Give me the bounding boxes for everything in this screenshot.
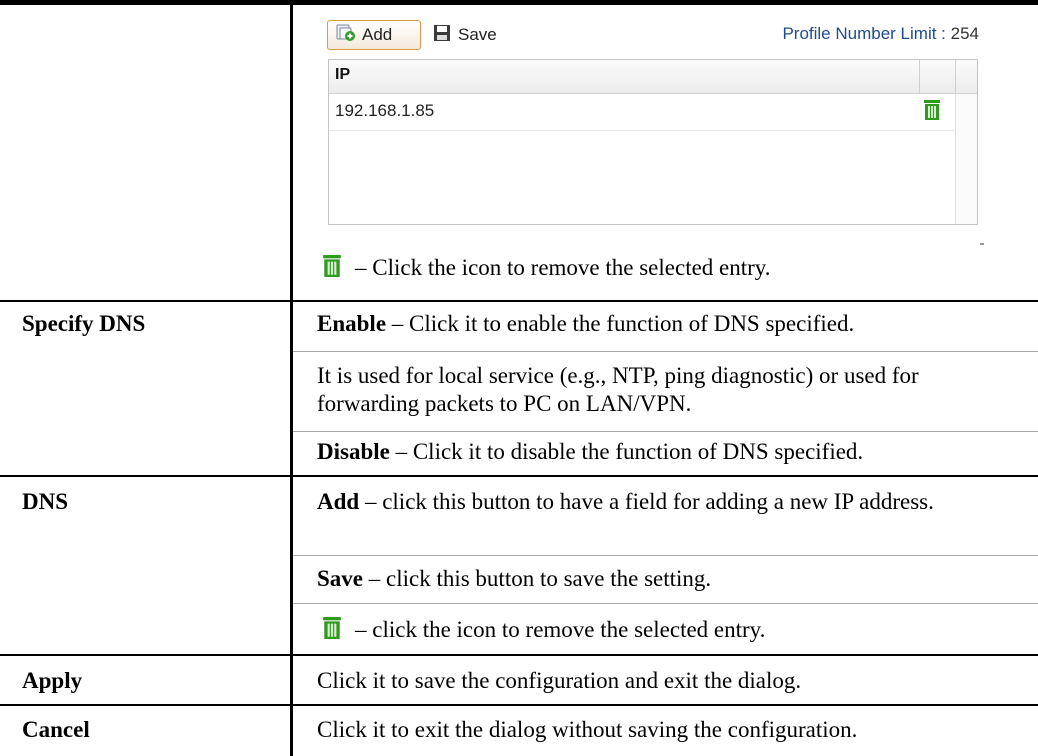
- row-border: [0, 475, 1038, 477]
- save-button[interactable]: Save: [431, 20, 523, 50]
- profile-limit-label: Profile Number Limit :: [782, 24, 951, 43]
- save-icon: [433, 24, 451, 47]
- apply-description: Click it to save the configuration and e…: [317, 668, 802, 693]
- ip-value: 192.168.1.85: [335, 101, 435, 120]
- row0-icon-text: – Click the icon to remove the selected …: [355, 255, 771, 280]
- dns-label: DNS: [22, 489, 69, 514]
- save-button-label: Save: [458, 25, 497, 44]
- trash-icon: [323, 617, 341, 639]
- grid-header: IP: [329, 60, 977, 94]
- row-border: [0, 654, 1038, 656]
- disable-text: – Click it to disable the function of DN…: [389, 439, 864, 464]
- apply-label: Apply: [22, 668, 83, 693]
- row-separator: [293, 603, 1038, 604]
- table-row[interactable]: 192.168.1.85: [329, 94, 954, 131]
- column-header-ip: IP: [335, 66, 351, 83]
- add-text: – click this button to have a field for …: [359, 489, 934, 514]
- document-table: Add Save Profile Number Limit : 254 IP 1…: [0, 0, 1038, 756]
- disable-term: Disable: [317, 439, 390, 464]
- row-separator: [293, 431, 1038, 432]
- add-icon: [336, 24, 356, 47]
- row-border: [0, 704, 1038, 706]
- table-top-border: [0, 0, 1038, 5]
- row-border: [0, 300, 1038, 302]
- grid-scrollbar[interactable]: [955, 94, 977, 224]
- save-text: – click this button to save the setting.: [363, 566, 712, 591]
- add-term: Add: [317, 489, 360, 514]
- column-divider-2: [955, 60, 956, 93]
- trash-icon[interactable]: [924, 100, 940, 125]
- enable-text: – Click it to enable the function of DNS…: [386, 311, 855, 336]
- ip-grid: IP 192.168.1.85: [328, 59, 978, 225]
- cancel-description: Click it to exit the dialog without savi…: [317, 717, 858, 742]
- specify-dns-label: Specify DNS: [22, 311, 146, 336]
- profile-limit-value: 254: [950, 24, 979, 43]
- add-button[interactable]: Add: [327, 20, 421, 50]
- dns-list-panel: Add Save Profile Number Limit : 254 IP 1…: [327, 17, 984, 245]
- trash-icon: [323, 255, 341, 277]
- specify-dns-disable: Disable – Click it to disable the functi…: [317, 438, 1017, 466]
- dns-add: Add – click this button to have a field …: [317, 488, 1007, 516]
- row-separator: [293, 555, 1038, 556]
- dns-icon-note: – click the icon to remove the selected …: [317, 616, 1017, 644]
- add-button-label: Add: [362, 25, 393, 44]
- row0-description: – Click the icon to remove the selected …: [317, 254, 1017, 282]
- panel-toolbar: Add Save Profile Number Limit : 254: [327, 17, 981, 57]
- save-term: Save: [317, 566, 363, 591]
- specify-dns-enable: Enable – Click it to enable the function…: [317, 310, 1017, 338]
- dns-save: Save – click this button to save the set…: [317, 565, 1017, 593]
- column-divider-1: [919, 60, 920, 93]
- row-separator: [293, 351, 1038, 352]
- resize-grip: [980, 243, 984, 245]
- enable-term: Enable: [317, 311, 387, 336]
- profile-limit: Profile Number Limit : 254: [782, 24, 979, 44]
- specify-dns-note: It is used for local service (e.g., NTP,…: [317, 363, 919, 416]
- cancel-label: Cancel: [22, 717, 90, 742]
- dns-icon-text: – click the icon to remove the selected …: [355, 617, 766, 642]
- column-divider: [290, 5, 293, 756]
